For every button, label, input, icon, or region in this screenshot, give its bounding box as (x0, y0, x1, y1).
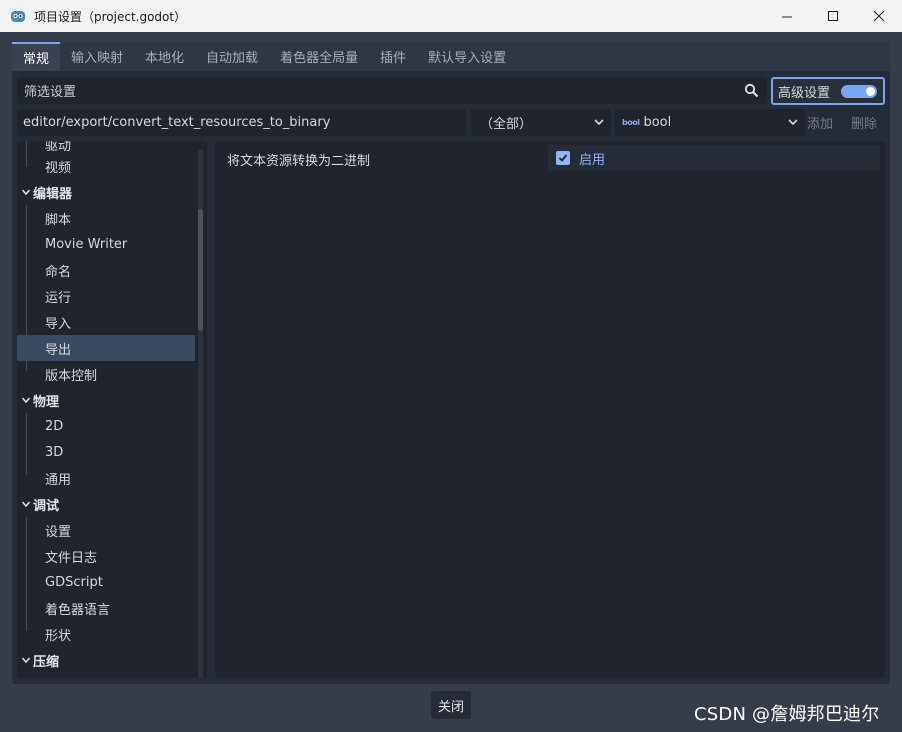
toggle-switch[interactable] (841, 85, 877, 98)
tree-section-editor[interactable]: 编辑器 (17, 179, 195, 205)
property-path-input[interactable]: editor/export/convert_text_resources_to_… (17, 109, 466, 136)
tab-import-defaults[interactable]: 默认导入设置 (417, 42, 517, 71)
advanced-settings-label: 高级设置 (778, 85, 831, 101)
setting-value-label: 启用 (579, 152, 606, 168)
toggle-knob (866, 87, 875, 96)
tree-item-video[interactable]: 视频 (17, 153, 195, 179)
tree-item-settings[interactable]: 设置 (17, 517, 195, 543)
tree-scrollbar-thumb[interactable] (198, 209, 203, 331)
tab-general[interactable]: 常规 (12, 42, 61, 71)
watermark: CSDN @詹姆邦巴迪尔 (694, 704, 880, 725)
search-icon (744, 83, 759, 98)
minimize-icon (781, 16, 792, 17)
tree-item-file-logging[interactable]: 文件日志 (17, 543, 195, 569)
tab-localization[interactable]: 本地化 (134, 42, 195, 71)
tree-item-import[interactable]: 导入 (17, 309, 195, 335)
tree-section-debug[interactable]: 调试 (17, 491, 195, 517)
property-path-text: editor/export/convert_text_resources_to_… (23, 115, 331, 130)
tree-item-2d[interactable]: 2D (17, 413, 195, 439)
tab-plugins[interactable]: 插件 (369, 42, 417, 71)
tree-item-export[interactable]: 导出 (17, 335, 195, 361)
minimize-button[interactable] (764, 0, 810, 32)
chevron-down-icon (594, 119, 604, 126)
chevron-down-icon (788, 119, 798, 126)
close-icon (873, 10, 884, 21)
tree-item-naming[interactable]: 命名 (17, 257, 195, 283)
delete-property-button[interactable]: 删除 (851, 109, 877, 136)
close-window-button[interactable] (856, 0, 902, 32)
tab-bar: 常规 输入映射 本地化 自动加载 着色器全局量 插件 默认导入设置 (12, 42, 890, 71)
setting-checkbox[interactable]: 启用 (548, 145, 880, 171)
tree-item-gdscript[interactable]: GDScript (17, 569, 195, 595)
tab-autoload[interactable]: 自动加载 (195, 42, 269, 71)
tree-item-3d[interactable]: 3D (17, 439, 195, 465)
settings-inspector: 将文本资源转换为二进制 启用 (215, 141, 885, 678)
tree-item-run[interactable]: 运行 (17, 283, 195, 309)
property-type-value: bool (643, 115, 672, 130)
tree-section-compression[interactable]: 压缩 (17, 647, 195, 673)
tree-item-script[interactable]: 脚本 (17, 205, 195, 231)
window-title: 项目设置（project.godot） (34, 9, 187, 24)
window-titlebar: 项目设置（project.godot） (0, 0, 902, 32)
tree-item-common[interactable]: 通用 (17, 465, 195, 491)
filter-settings-input[interactable]: 筛选设置 (17, 77, 767, 104)
tab-input-map[interactable]: 输入映射 (60, 42, 134, 71)
settings-panel: 常规 输入映射 本地化 自动加载 着色器全局量 插件 默认导入设置 筛选设置 高… (12, 42, 890, 684)
checkbox-checked-icon[interactable] (556, 151, 570, 165)
filter-placeholder: 筛选设置 (24, 85, 77, 100)
tab-shader-globals[interactable]: 着色器全局量 (269, 42, 369, 71)
property-type-select[interactable]: bool bool (615, 109, 805, 136)
advanced-settings-toggle[interactable]: 高级设置 (771, 77, 885, 105)
godot-logo-icon (11, 11, 25, 22)
add-property-button[interactable]: 添加 (807, 109, 833, 136)
settings-tree[interactable]: 驱动 视频 编辑器 脚本 Movie Writer 命名 运行 导入 导出 版本… (17, 141, 207, 678)
tree-section-physics[interactable]: 物理 (17, 387, 195, 413)
maximize-icon (827, 10, 838, 21)
chevron-down-icon (21, 397, 31, 404)
tree-item-version-control[interactable]: 版本控制 (17, 361, 195, 387)
feature-scope-value: （全部） (480, 117, 533, 132)
tree-scrollbar[interactable] (198, 149, 203, 678)
chevron-down-icon (21, 657, 31, 664)
chevron-down-icon (21, 189, 31, 196)
tree-item-shapes[interactable]: 形状 (17, 621, 195, 647)
feature-scope-select[interactable]: （全部） (471, 109, 611, 136)
setting-label: 将文本资源转换为二进制 (227, 154, 371, 169)
maximize-button[interactable] (810, 0, 856, 32)
bool-type-icon: bool (622, 118, 640, 127)
chevron-down-icon (21, 501, 31, 508)
tree-item-shader-language[interactable]: 着色器语言 (17, 595, 195, 621)
tree-item-movie-writer[interactable]: Movie Writer (17, 231, 195, 257)
close-button[interactable]: 关闭 (431, 691, 471, 719)
